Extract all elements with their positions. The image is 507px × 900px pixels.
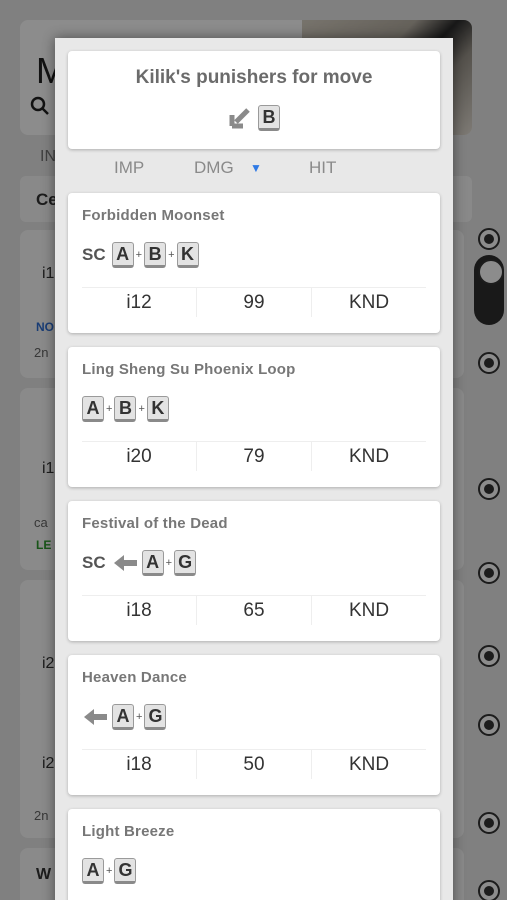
punisher-card[interactable]: Festival of the Dead SC A + G i18 65 KND <box>68 501 440 641</box>
stat-hit: KND <box>311 442 426 471</box>
punishers-modal: Kilik's punishers for move B IMP DMG ▼ H… <box>55 38 453 900</box>
modal-title: Kilik's punishers for move <box>135 67 373 88</box>
stat-hit: KND <box>311 596 426 625</box>
stat-damage: 99 <box>196 288 311 317</box>
punisher-stats: i18 50 KND <box>82 749 426 779</box>
button-key: A <box>82 396 104 422</box>
button-key: G <box>114 858 137 884</box>
button-key: G <box>174 550 197 576</box>
punisher-command: A + G <box>82 703 167 731</box>
button-key: K <box>176 242 199 268</box>
button-key: K <box>146 396 169 422</box>
punisher-name: Heaven Dance <box>82 669 187 686</box>
move-notation: B <box>68 105 440 131</box>
button-key: A <box>141 550 164 576</box>
punisher-stats: i18 65 KND <box>82 595 426 625</box>
plus-sign: + <box>168 249 175 261</box>
stat-impact: i18 <box>126 600 152 621</box>
punisher-card[interactable]: Light Breeze A + G <box>68 809 440 900</box>
stat-hit: KND <box>311 288 426 317</box>
plus-sign: + <box>165 557 173 569</box>
sort-hit-button[interactable]: HIT <box>309 158 336 178</box>
stat-impact: i20 <box>126 446 152 467</box>
sort-dmg-button[interactable]: DMG <box>194 158 234 178</box>
punisher-command: A + G <box>82 857 137 885</box>
plus-sign: + <box>106 403 113 415</box>
punisher-name: Light Breeze <box>82 823 175 840</box>
sort-desc-arrow-icon: ▼ <box>250 161 262 175</box>
punisher-stats: i20 79 KND <box>82 441 426 471</box>
plus-sign: + <box>106 865 113 877</box>
button-key: A <box>82 858 104 884</box>
command-prefix: SC <box>82 553 106 572</box>
punisher-card[interactable]: Forbidden Moonset SC A + B + K i12 99 KN… <box>68 193 440 333</box>
button-key: G <box>144 704 167 730</box>
punisher-name: Forbidden Moonset <box>82 207 225 224</box>
command-prefix: SC <box>82 245 106 264</box>
stat-damage: 65 <box>196 596 311 625</box>
stat-hit: KND <box>311 750 426 779</box>
plus-sign: + <box>136 711 143 723</box>
punisher-name: Ling Sheng Su Phoenix Loop <box>82 361 296 378</box>
stat-damage: 50 <box>196 750 311 779</box>
left-arrow-icon <box>113 555 137 571</box>
button-key-b: B <box>258 105 280 131</box>
stat-impact: i12 <box>126 292 152 313</box>
punisher-command: SC A + G <box>82 549 197 577</box>
plus-sign: + <box>138 403 145 415</box>
sort-bar: IMP DMG ▼ HIT <box>68 156 440 182</box>
punisher-stats: i12 99 KND <box>82 287 426 317</box>
stat-impact: i18 <box>126 754 152 775</box>
punisher-name: Festival of the Dead <box>82 515 228 532</box>
stat-damage: 79 <box>196 442 311 471</box>
punisher-card[interactable]: Heaven Dance A + G i18 50 KND <box>68 655 440 795</box>
plus-sign: + <box>135 249 143 261</box>
punisher-card[interactable]: Ling Sheng Su Phoenix Loop A + B + K i20… <box>68 347 440 487</box>
punisher-command: A + B + K <box>82 395 169 423</box>
button-key: A <box>112 704 134 730</box>
button-key: B <box>114 396 137 422</box>
left-arrow-icon <box>84 709 107 725</box>
punisher-command: SC A + B + K <box>82 241 199 269</box>
down-left-arrow-icon <box>229 108 250 129</box>
button-key: A <box>111 242 134 268</box>
modal-header: Kilik's punishers for move B <box>68 51 440 149</box>
button-key: B <box>144 242 167 268</box>
sort-imp-button[interactable]: IMP <box>114 158 144 178</box>
